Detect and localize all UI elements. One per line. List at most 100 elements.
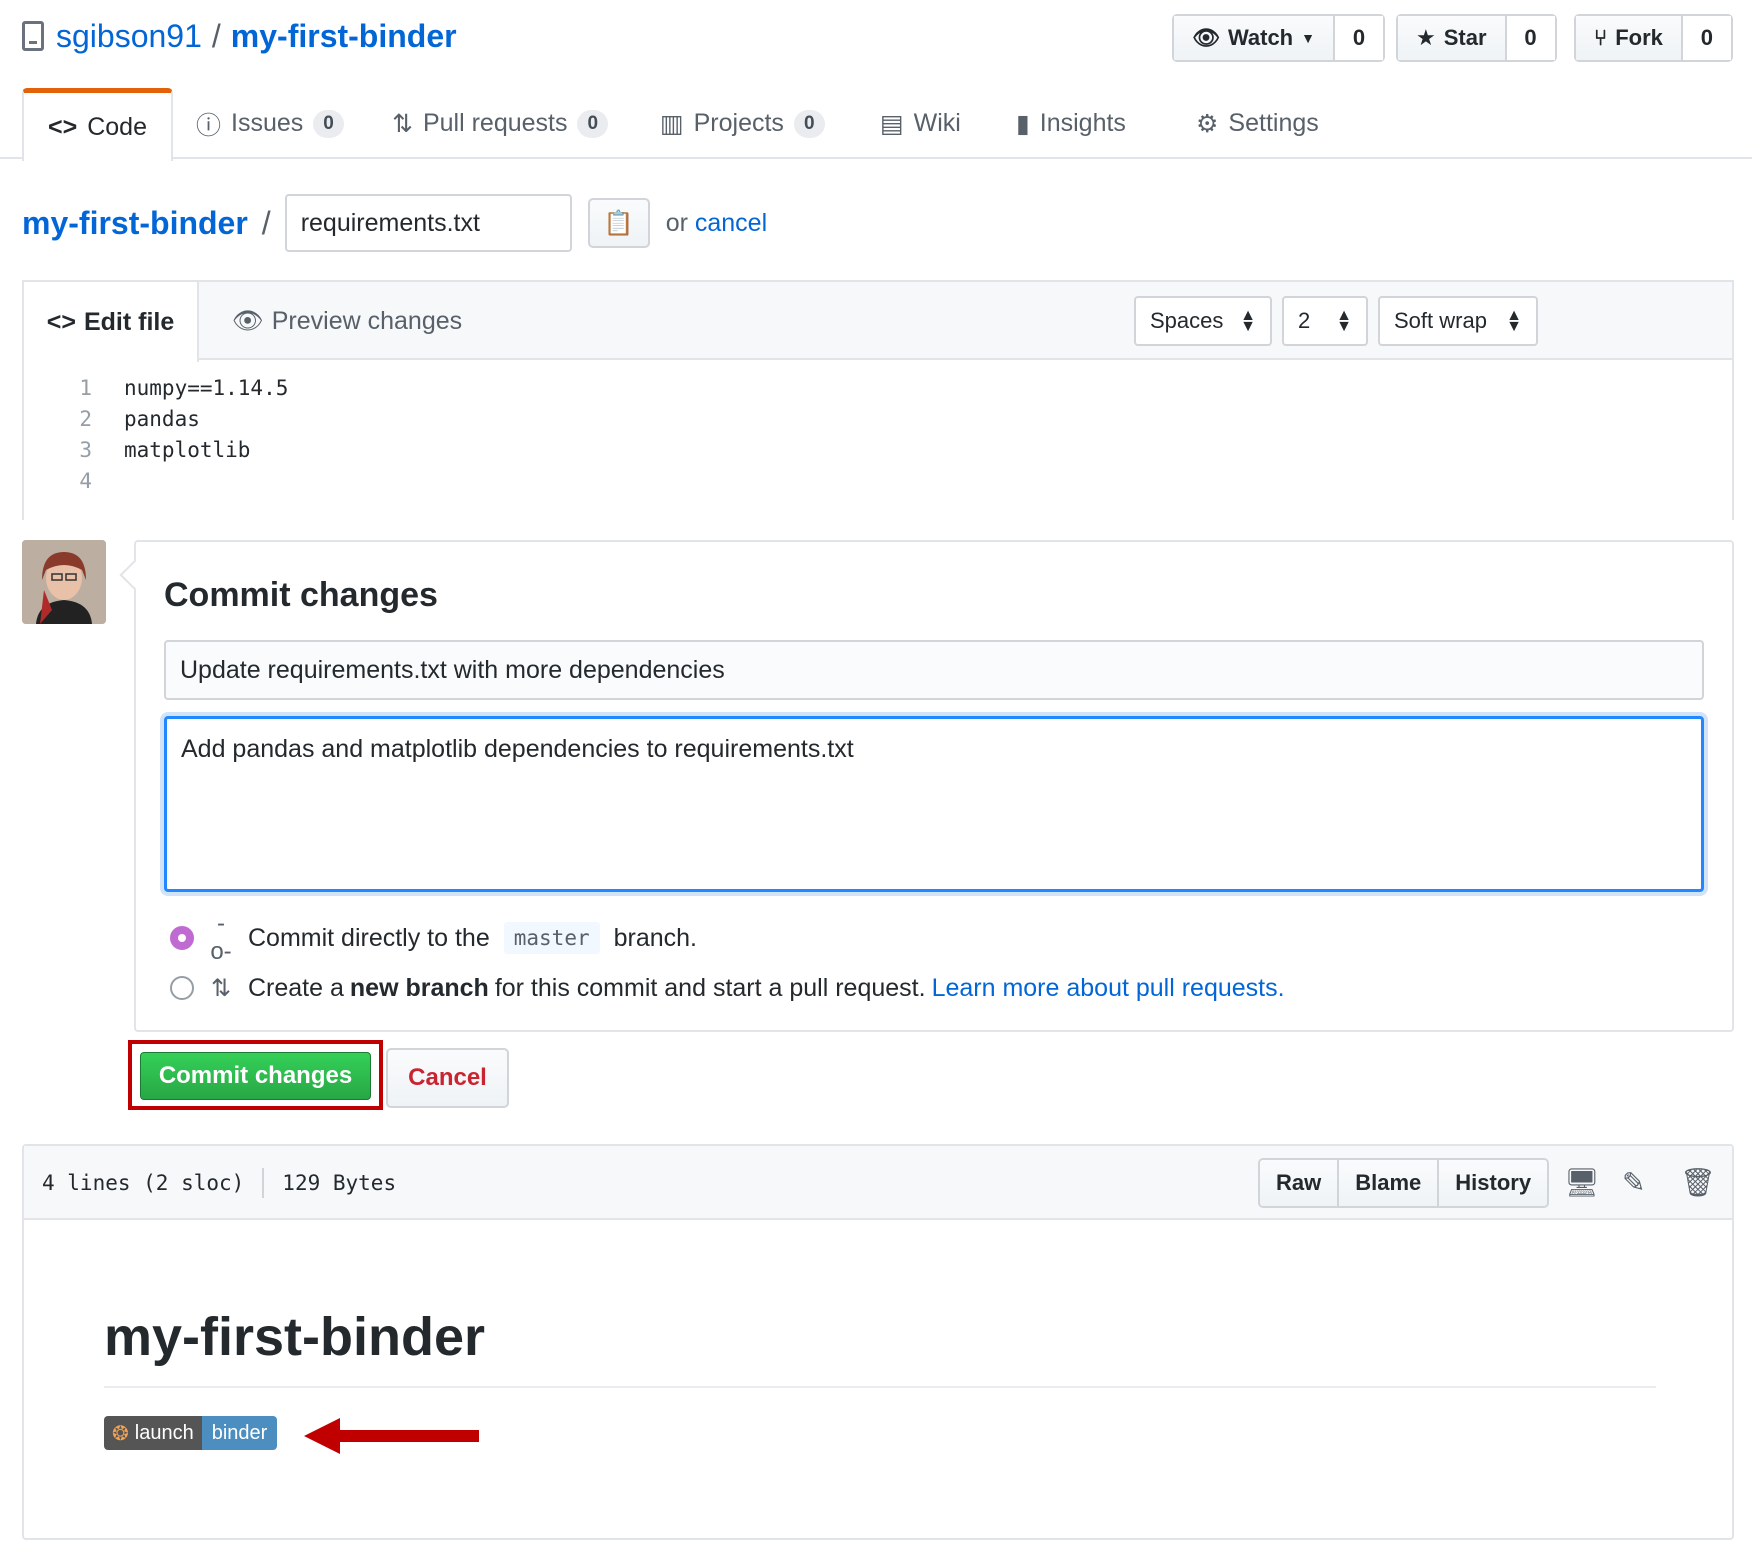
fork-button-group: ⑂ Fork 0 [1574,14,1733,62]
pencil-icon[interactable]: ✎ [1622,1166,1645,1199]
launch-binder-badge[interactable]: ❂ launch binder [104,1416,278,1450]
or-label: or [665,208,688,237]
line-content: numpy==1.14.5 [124,375,289,400]
line-number: 1 [79,375,92,400]
annotation-arrow-icon [304,1418,479,1454]
commit-direct-option[interactable]: -o- Commit directly to the master branch… [170,910,697,965]
line-number: 4 [79,468,92,493]
watch-button[interactable]: 👁 Watch ▼ [1174,16,1335,60]
new-branch-suffix: for this commit and start a pull request… [494,973,926,1002]
desktop-icon[interactable]: 🖥 [1564,1166,1600,1199]
watch-label: Watch [1227,25,1294,50]
repo-icon [22,21,44,51]
history-button[interactable]: History [1439,1160,1548,1206]
line-content: pandas [124,406,200,431]
blame-button[interactable]: Blame [1339,1160,1440,1206]
repo-name-link[interactable]: my-first-binder [231,18,457,55]
file-lines-info: 4 lines (2 sloc) [42,1171,245,1195]
commit-direct-radio[interactable] [170,926,194,950]
readme-divider [104,1386,1656,1388]
new-branch-option[interactable]: ⇅ Create a new branch for this commit an… [170,968,1285,1008]
binder-logo-icon: ❂ [112,1422,129,1445]
tab-issues[interactable]: ⓘ Issues 0 [196,88,344,159]
star-icon: ★ [1416,25,1436,50]
fork-count[interactable]: 0 [1682,16,1731,60]
star-label: Star [1443,25,1487,50]
tab-preview-changes[interactable]: 👁 Preview changes [232,282,462,360]
avatar[interactable] [22,540,106,624]
line-content: matplotlib [124,437,251,462]
commit-description-textarea[interactable]: Add pandas and matplotlib dependencies t… [164,716,1704,892]
projects-counter: 0 [793,109,825,138]
commit-direct-text: Commit directly to the [248,923,490,952]
repo-owner-link[interactable]: sgibson91 [56,18,202,55]
repo-header: sgibson91 / my-first-binder [22,14,457,58]
pull-request-icon: ⇅ [210,974,232,1002]
tab-edit-file[interactable]: <> Edit file [24,282,199,362]
breadcrumb-root-link[interactable]: my-first-binder [22,205,248,242]
star-button-group: ★ Star 0 [1396,14,1557,62]
code-line: 2 pandas [24,403,1732,434]
file-size: 129 Bytes [282,1171,397,1195]
learn-more-link[interactable]: Learn more about pull requests. [932,974,1285,1003]
eye-icon: 👁 [1192,25,1220,50]
tab-wiki[interactable]: ▤ Wiki [880,88,961,159]
wrap-mode-select[interactable]: Soft wrap ▲ ▼ [1378,296,1538,346]
or-cancel-text: or cancel [666,209,767,238]
new-branch-bold-text: new branch [349,973,489,1002]
watch-count[interactable]: 0 [1334,16,1383,60]
commit-summary-input[interactable] [164,640,1704,700]
watch-button-group: 👁 Watch ▼ 0 [1172,14,1385,62]
fork-button[interactable]: ⑂ Fork [1576,16,1683,60]
paste-button[interactable]: 📋 [587,198,650,248]
star-button[interactable]: ★ Star [1398,16,1507,60]
issue-icon: ⓘ [196,111,222,140]
code-area[interactable]: 1 numpy==1.14.5 2 pandas 3 matplotlib 4 [24,372,1732,496]
cancel-link[interactable]: cancel [695,209,767,237]
line-number: 3 [79,437,92,462]
file-info: 4 lines (2 sloc) 129 Bytes [42,1146,396,1220]
indent-size-select[interactable]: 2 ▲ ▼ [1282,296,1368,346]
file-info-divider [262,1168,265,1198]
star-count[interactable]: 0 [1506,16,1555,60]
indent-mode-select[interactable]: Spaces ▲ ▼ [1134,296,1272,346]
pull-request-icon: ⇅ [392,109,413,138]
git-commit-icon: -o- [210,910,232,965]
commit-form-title: Commit changes [164,576,438,614]
select-arrows-icon: ▲ ▼ [1336,306,1352,335]
tab-wiki-label: Wiki [913,109,961,137]
new-branch-radio[interactable] [170,976,194,1000]
file-view: 4 lines (2 sloc) 129 Bytes Raw Blame His… [22,1144,1734,1540]
cancel-button[interactable]: Cancel [386,1048,509,1108]
tab-settings-label: Settings [1228,109,1319,137]
branch-name: master [503,922,600,954]
tab-projects[interactable]: ▥ Projects 0 [660,88,825,159]
file-path-row: my-first-binder / 📋 or cancel [22,194,767,252]
commit-changes-button[interactable]: Commit changes [140,1052,371,1100]
pull-requests-counter: 0 [577,109,609,138]
graph-icon: ▮ [1016,109,1030,138]
tab-projects-label: Projects [693,109,784,137]
tab-insights-label: Insights [1039,109,1126,137]
commit-button-highlight: Commit changes [128,1040,383,1110]
tab-pull-requests[interactable]: ⇅ Pull requests 0 [392,88,609,159]
readme-title: my-first-binder [104,1307,486,1367]
tab-settings[interactable]: ⚙ Settings [1196,88,1319,159]
clipboard-icon: 📋 [603,209,634,237]
code-line: 4 [24,465,1732,496]
new-branch-prefix: Create a [248,973,344,1002]
tab-insights[interactable]: ▮ Insights [1016,88,1126,159]
filename-input[interactable] [284,194,572,252]
gear-icon: ⚙ [1196,109,1219,138]
badge-right-label: binder [201,1416,278,1450]
tab-code-label: Code [87,112,147,141]
raw-button[interactable]: Raw [1260,1160,1340,1206]
file-header: 4 lines (2 sloc) 129 Bytes Raw Blame His… [24,1146,1732,1220]
tab-issues-label: Issues [231,109,304,137]
fork-label: Fork [1615,25,1663,50]
tab-pull-requests-label: Pull requests [422,109,568,137]
tab-code[interactable]: <> Code [22,88,173,161]
file-actions-group: Raw Blame History [1258,1158,1550,1208]
repo-nav-tabs: <> Code ⓘ Issues 0 ⇅ Pull requests 0 ▥ P… [0,88,1752,161]
trash-icon[interactable]: 🗑 [1680,1166,1716,1199]
